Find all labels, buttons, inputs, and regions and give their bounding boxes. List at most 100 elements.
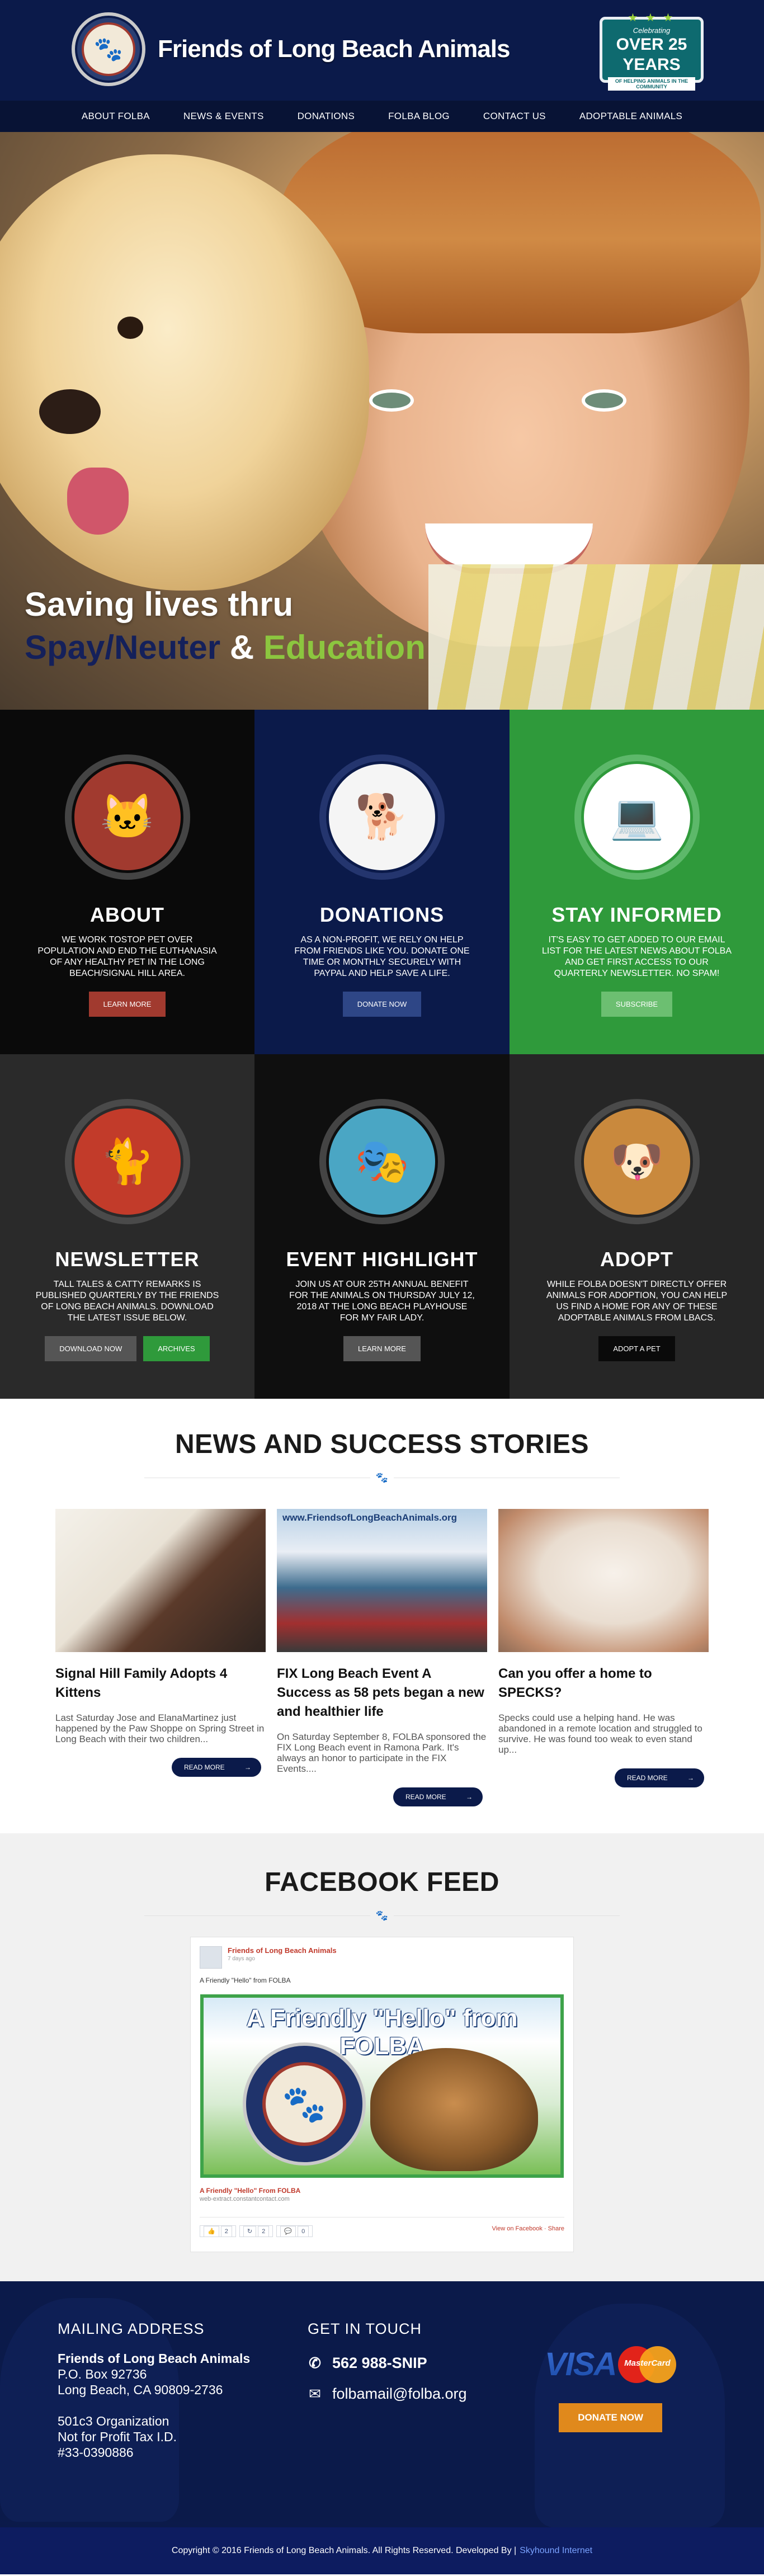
developer-link[interactable]: Skyhound Internet	[520, 2546, 592, 2556]
facebook-image-headline: A Friendly "Hello" from FOLBA	[246, 2004, 518, 2060]
news-card-title[interactable]: Signal Hill Family Adopts 4 Kittens	[55, 1664, 266, 1702]
visa-logo-icon: VISA	[545, 2346, 617, 2382]
subscribe-button[interactable]: SUBSCRIBE	[601, 992, 673, 1017]
nav-adoptable[interactable]: ADOPTABLE ANIMALS	[563, 111, 699, 122]
nav-contact[interactable]: CONTACT US	[466, 111, 563, 122]
email-link[interactable]: ✉ folbamail@folba.org	[308, 2385, 467, 2403]
donations-image: 🐕	[319, 754, 445, 880]
anniversary-bottom: OF HELPING ANIMALS IN THE COMMUNITY	[608, 77, 695, 91]
donate-now-button[interactable]: DONATE NOW	[342, 992, 422, 1017]
hero-education: Education	[263, 629, 426, 666]
about-learn-more-button[interactable]: LEARN MORE	[88, 992, 166, 1017]
facebook-post-time: 7 days ago	[228, 1956, 255, 1962]
tile-donations: 🐕 DONATIONS AS A NON-PROFIT, WE RELY ON …	[254, 710, 510, 1054]
news-card-title[interactable]: Can you offer a home to SPECKS?	[498, 1664, 709, 1702]
nav-donations[interactable]: DONATIONS	[281, 111, 372, 122]
share-icon: ↻	[243, 2226, 257, 2237]
org-type: 501c3 Organization	[58, 2414, 169, 2428]
facebook-post-image[interactable]: A Friendly "Hello" from FOLBA 🐾	[200, 1994, 564, 2178]
event-learn-more-button[interactable]: LEARN MORE	[343, 1336, 421, 1361]
hero-spay-neuter: Spay/Neuter	[25, 629, 221, 666]
read-more-label: READ MORE	[627, 1774, 668, 1782]
arrow-right-icon: →	[466, 1793, 473, 1801]
adopt-a-pet-button[interactable]: ADOPT A PET	[598, 1336, 675, 1361]
comment-count-value: 0	[298, 2226, 309, 2237]
facebook-link-domain: web-extract.constantcontact.com	[200, 2196, 290, 2202]
event-image: 🎭	[319, 1099, 445, 1224]
read-more-button[interactable]: READ MORE →	[393, 1787, 483, 1806]
tile-text: WHILE FOLBA DOESN'T DIRECTLY OFFER ANIMA…	[546, 1280, 728, 1323]
site-footer: MAILING ADDRESS Friends of Long Beach An…	[0, 2281, 764, 2527]
nav-blog[interactable]: FOLBA BLOG	[371, 111, 466, 122]
dog-with-laptop-icon: 💻	[583, 764, 690, 870]
facebook-page-name[interactable]: Friends of Long Beach Animals	[228, 1946, 337, 1955]
email-address: folbamail@folba.org	[332, 2385, 467, 2402]
stars-icon: ★ ★ ★	[628, 12, 676, 24]
dog-with-sign-icon: 🐕	[329, 764, 435, 870]
news-image-fix-event[interactable]: www.FriendsofLongBeachAnimals.org	[277, 1509, 487, 1652]
read-more-label: READ MORE	[184, 1763, 225, 1771]
archives-button[interactable]: ARCHIVES	[143, 1336, 210, 1361]
site-logo[interactable]: 🐾 Friends of Long Beach Animals	[72, 12, 510, 86]
facebook-post: Friends of Long Beach Animals 7 days ago…	[190, 1937, 574, 2252]
logo-seal: 🐾	[72, 12, 145, 86]
tile-text: JOIN US AT OUR 25TH ANNUAL BENEFIT FOR T…	[289, 1280, 475, 1323]
section-divider: 🐾	[144, 1910, 620, 1921]
view-on-facebook-link[interactable]: View on Facebook	[492, 2225, 543, 2232]
nav-about[interactable]: ABOUT FOLBA	[65, 111, 167, 122]
read-more-button[interactable]: READ MORE →	[172, 1758, 261, 1777]
news-card-excerpt: Last Saturday Jose and ElanaMartinez jus…	[55, 1712, 265, 1744]
facebook-link-title[interactable]: A Friendly "Hello" From FOLBA	[200, 2187, 564, 2195]
stay-informed-image: 💻	[574, 754, 700, 880]
envelope-icon: ✉	[309, 2385, 321, 2402]
tile-newsletter: 🐈 NEWSLETTER TALL TALES & CATTY REMARKS …	[0, 1054, 254, 1399]
facebook-title: FACEBOOK FEED	[265, 1867, 499, 1897]
puppy-image	[370, 2048, 538, 2171]
download-now-button[interactable]: DOWNLOAD NOW	[45, 1336, 137, 1361]
comment-count[interactable]: 💬 0	[276, 2225, 313, 2237]
hero-banner: Saving lives thru Spay/Neuter & Educatio…	[0, 132, 764, 710]
site-header: 🐾 Friends of Long Beach Animals ★ ★ ★ Ce…	[0, 0, 764, 101]
footer-donate-button[interactable]: DONATE NOW	[559, 2403, 663, 2432]
phone-link[interactable]: ✆ 562 988-SNIP	[308, 2355, 467, 2372]
dog-image-icon: 🐶	[583, 1108, 690, 1215]
facebook-stats: 👍 2 ↻ 2 💬 0	[200, 2225, 313, 2237]
news-image-kittens[interactable]	[55, 1509, 266, 1652]
share-link[interactable]: Share	[548, 2225, 564, 2232]
tile-event-highlight: 🎭 EVENT HIGHLIGHT JOIN US AT OUR 25TH AN…	[254, 1054, 510, 1399]
tile-title: ABOUT	[90, 903, 164, 926]
tile-text: AS A NON-PROFIT, WE RELY ON HELP FROM FR…	[294, 935, 470, 978]
arrow-right-icon: →	[244, 1763, 251, 1771]
feature-tiles: 🐱 ABOUT WE WORK TOSTOP PET OVER POPULATI…	[0, 710, 764, 1399]
news-section: NEWS AND SUCCESS STORIES 🐾 Signal Hill F…	[0, 1399, 764, 1833]
facebook-avatar[interactable]	[200, 1946, 222, 1969]
nav-news-events[interactable]: NEWS & EVENTS	[167, 111, 281, 122]
folba-logo-icon: 🐱	[74, 764, 181, 870]
cat-image-icon: 🐈	[74, 1108, 181, 1215]
section-divider: 🐾	[144, 1472, 620, 1483]
cat-dog-logo-icon: 🐾	[82, 22, 135, 76]
facebook-links: View on Facebook · Share	[492, 2225, 564, 2237]
phone-icon: ✆	[309, 2355, 321, 2371]
tile-text: TALL TALES & CATTY REMARKS IS PUBLISHED …	[35, 1280, 219, 1323]
like-count-value: 2	[220, 2226, 232, 2237]
main-nav: ABOUT FOLBA NEWS & EVENTS DONATIONS FOLB…	[0, 101, 764, 132]
contact-info: GET IN TOUCH ✆ 562 988-SNIP ✉ folbamail@…	[308, 2320, 467, 2403]
share-count-value: 2	[258, 2226, 270, 2237]
news-image-specks[interactable]	[498, 1509, 709, 1652]
address-line-2: Long Beach, CA 90809-2736	[58, 2382, 223, 2397]
paw-divider-icon: 🐾	[370, 1472, 394, 1483]
like-count[interactable]: 👍 2	[200, 2225, 236, 2237]
news-card-title[interactable]: FIX Long Beach Event A Success as 58 pet…	[277, 1664, 487, 1721]
payment-donate: VISA MasterCard DONATE NOW	[545, 2346, 677, 2432]
news-card: www.FriendsofLongBeachAnimals.org FIX Lo…	[277, 1509, 487, 1806]
mailing-heading: MAILING ADDRESS	[58, 2320, 205, 2337]
tax-label: Not for Profit Tax I.D.	[58, 2429, 177, 2444]
tile-title: ADOPT	[600, 1248, 673, 1271]
share-count[interactable]: ↻ 2	[239, 2225, 273, 2237]
read-more-button[interactable]: READ MORE →	[615, 1768, 704, 1787]
news-card-excerpt: On Saturday September 8, FOLBA sponsored…	[277, 1732, 487, 1774]
news-grid: Signal Hill Family Adopts 4 Kittens Last…	[0, 1509, 764, 1806]
hero-line-1: Saving lives thru	[25, 586, 294, 623]
news-title: NEWS AND SUCCESS STORIES	[175, 1429, 589, 1459]
